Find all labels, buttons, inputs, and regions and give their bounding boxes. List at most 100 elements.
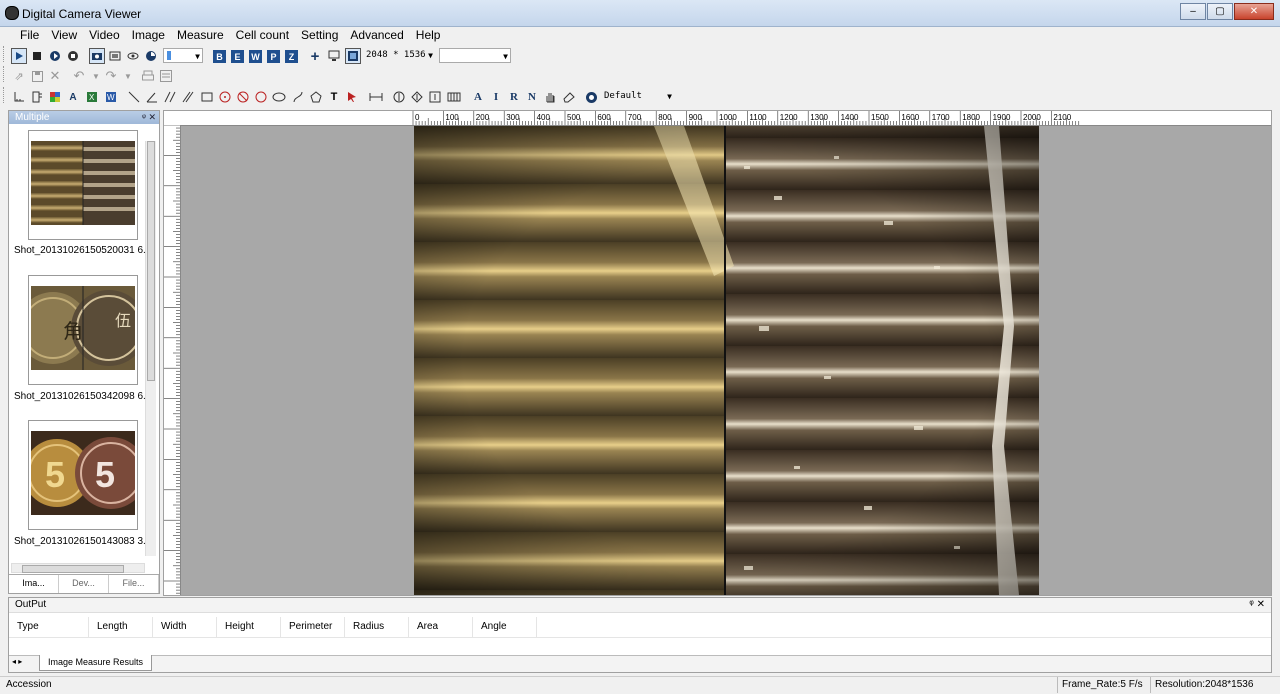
menu-cell-count[interactable]: Cell count bbox=[230, 27, 295, 45]
menu-image[interactable]: Image bbox=[126, 27, 171, 45]
image-viewport[interactable] bbox=[181, 126, 1271, 595]
tab-files[interactable]: File... bbox=[109, 575, 159, 593]
calibration-icon[interactable] bbox=[29, 89, 45, 105]
font-a-button[interactable]: A bbox=[470, 89, 486, 105]
col-angle[interactable]: Angle bbox=[473, 617, 537, 637]
hand-tool-icon[interactable] bbox=[542, 89, 558, 105]
diamond-measure-icon[interactable] bbox=[409, 89, 425, 105]
ruler-label: 300 bbox=[506, 113, 520, 122]
letter-e-button[interactable]: E bbox=[231, 50, 244, 63]
fullscreen-icon[interactable] bbox=[345, 48, 361, 64]
microscope-image[interactable] bbox=[414, 126, 1039, 595]
undo-dropdown-icon[interactable]: ▼ bbox=[88, 68, 104, 84]
tab-image-measure-results[interactable]: Image Measure Results bbox=[39, 655, 153, 671]
excel-icon[interactable]: X bbox=[84, 89, 100, 105]
letter-z-button[interactable]: Z bbox=[285, 50, 298, 63]
close-button[interactable]: ✕ bbox=[1234, 3, 1274, 20]
snapshot-icon[interactable] bbox=[107, 48, 123, 64]
circle-center-icon[interactable] bbox=[217, 89, 233, 105]
multiple-panel: Multiple ᵠ ✕ Shot_20131026150520031 6.b bbox=[8, 110, 160, 594]
polygon-tool-icon[interactable] bbox=[308, 89, 324, 105]
camera-icon[interactable] bbox=[89, 48, 105, 64]
thumbnail-1[interactable] bbox=[28, 130, 138, 240]
box-measure-icon[interactable] bbox=[427, 89, 443, 105]
circle-tool-icon[interactable] bbox=[253, 89, 269, 105]
letter-w-button[interactable]: W bbox=[249, 50, 262, 63]
col-area[interactable]: Area bbox=[409, 617, 473, 637]
tab-images[interactable]: Ima... bbox=[9, 575, 59, 593]
maximize-button[interactable]: ▢ bbox=[1207, 3, 1233, 20]
menu-measure[interactable]: Measure bbox=[171, 27, 230, 45]
print-icon[interactable] bbox=[140, 68, 156, 84]
eye-capture-icon[interactable] bbox=[125, 48, 141, 64]
width-measure-icon[interactable] bbox=[368, 89, 384, 105]
settings-circle-icon[interactable] bbox=[583, 89, 599, 105]
export-icon[interactable]: ⇗ bbox=[11, 68, 27, 84]
monitor-icon[interactable] bbox=[326, 48, 342, 64]
color-combo[interactable]: ▼ bbox=[163, 48, 203, 63]
tab-scroll-icon[interactable]: ◂ ▸ bbox=[12, 657, 22, 666]
output-close-icon[interactable]: ✕ bbox=[1257, 599, 1265, 610]
menu-advanced[interactable]: Advanced bbox=[344, 27, 409, 45]
menu-view[interactable]: View bbox=[45, 27, 83, 45]
col-length[interactable]: Length bbox=[89, 617, 153, 637]
tab-devices[interactable]: Dev... bbox=[59, 575, 109, 593]
rectangle-tool-icon[interactable] bbox=[199, 89, 215, 105]
text-format-icon[interactable]: A bbox=[65, 89, 81, 105]
font-n-button[interactable]: N bbox=[524, 89, 540, 105]
record-play-icon[interactable] bbox=[47, 48, 63, 64]
col-height[interactable]: Height bbox=[217, 617, 281, 637]
menu-file[interactable]: File bbox=[14, 27, 45, 45]
thumbnail-3-caption: Shot_20131026150143083 3.b bbox=[14, 536, 152, 547]
panel-close-icon[interactable]: ✕ bbox=[148, 112, 156, 122]
crosshair-icon[interactable]: + bbox=[307, 48, 323, 65]
ruler-axis-icon[interactable] bbox=[11, 89, 27, 105]
redo-dropdown-icon[interactable]: ▼ bbox=[120, 68, 136, 84]
sidebar-vertical-scrollbar[interactable] bbox=[145, 141, 156, 556]
double-line-icon[interactable] bbox=[180, 89, 196, 105]
col-type[interactable]: Type bbox=[9, 617, 89, 637]
line-tool-icon[interactable] bbox=[126, 89, 142, 105]
redo-icon[interactable]: ↷ bbox=[103, 68, 119, 84]
secondary-combo[interactable]: ▼ bbox=[439, 48, 511, 63]
resolution-combo[interactable]: 2048 * 1536 ▼ bbox=[363, 48, 435, 63]
letter-p-button[interactable]: P bbox=[267, 50, 280, 63]
eraser-icon[interactable] bbox=[561, 89, 577, 105]
stop-icon[interactable] bbox=[29, 48, 45, 64]
color-grid-icon[interactable] bbox=[47, 89, 63, 105]
word-icon[interactable]: W bbox=[103, 89, 119, 105]
circle-diameter-icon[interactable] bbox=[235, 89, 251, 105]
counter-icon[interactable] bbox=[446, 89, 462, 105]
curve-tool-icon[interactable] bbox=[290, 89, 306, 105]
ellipse-tool-icon[interactable] bbox=[271, 89, 287, 105]
col-perimeter[interactable]: Perimeter bbox=[281, 617, 345, 637]
menu-setting[interactable]: Setting bbox=[295, 27, 344, 45]
parallel-lines-icon[interactable] bbox=[162, 89, 178, 105]
minimize-button[interactable]: – bbox=[1180, 3, 1206, 20]
thumbnail-2[interactable]: 角 伍 bbox=[28, 275, 138, 385]
angle-tool-icon[interactable] bbox=[144, 89, 160, 105]
col-radius[interactable]: Radius bbox=[345, 617, 409, 637]
col-width[interactable]: Width bbox=[153, 617, 217, 637]
ruler-label: 1300 bbox=[810, 113, 828, 122]
timer-icon[interactable] bbox=[143, 48, 159, 64]
pin-icon[interactable]: ᵠ bbox=[142, 112, 146, 122]
letter-b-button[interactable]: B bbox=[213, 50, 226, 63]
italic-button[interactable]: I bbox=[488, 89, 504, 105]
save-icon[interactable] bbox=[29, 68, 45, 84]
menu-video[interactable]: Video bbox=[83, 27, 125, 45]
sidebar-horizontal-scrollbar[interactable] bbox=[11, 563, 145, 573]
print-preview-icon[interactable] bbox=[158, 68, 174, 84]
menu-help[interactable]: Help bbox=[410, 27, 447, 45]
vertical-measure-icon[interactable] bbox=[391, 89, 407, 105]
undo-icon[interactable]: ↶ bbox=[71, 68, 87, 84]
style-combo[interactable]: Default ▼ bbox=[601, 89, 674, 104]
text-tool-icon[interactable]: T bbox=[326, 89, 342, 105]
pointer-icon[interactable] bbox=[344, 89, 360, 105]
font-r-button[interactable]: R bbox=[506, 89, 522, 105]
record-stop-icon[interactable] bbox=[65, 48, 81, 64]
delete-icon[interactable]: ✕ bbox=[47, 68, 63, 84]
pin-icon[interactable]: ᵠ bbox=[1249, 599, 1253, 610]
play-icon[interactable] bbox=[11, 48, 27, 64]
thumbnail-3[interactable]: 5 5 bbox=[28, 420, 138, 530]
